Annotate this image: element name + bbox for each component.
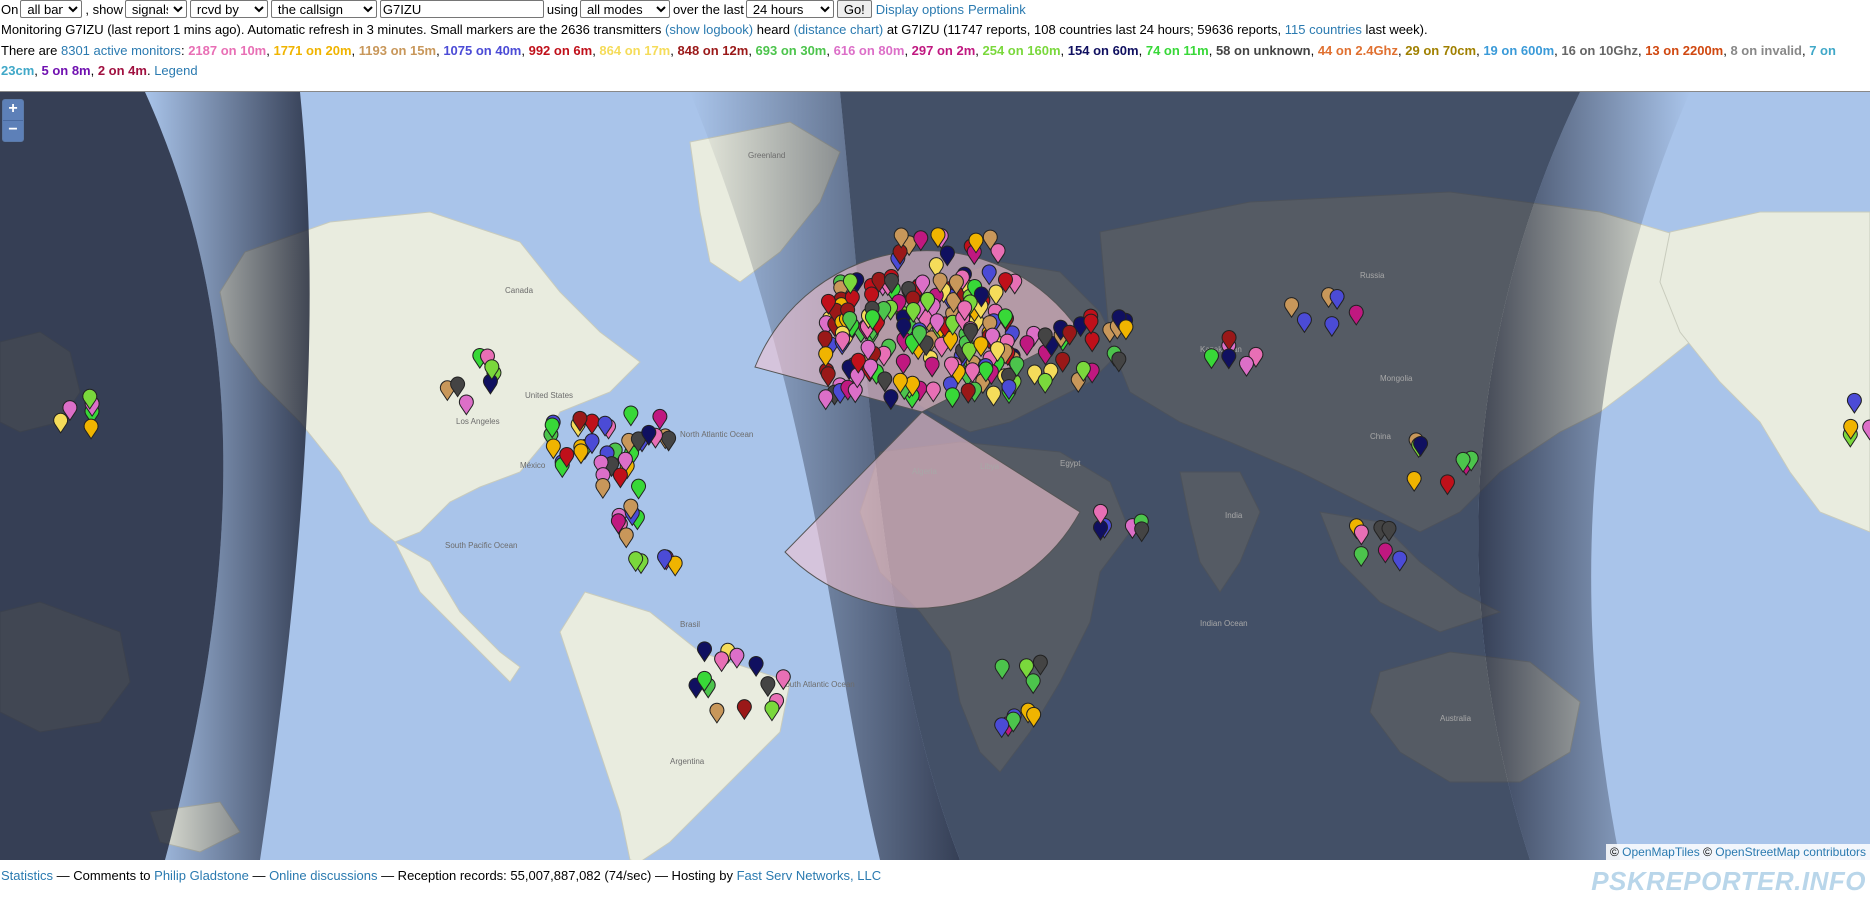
mode-select[interactable]: all modes xyxy=(580,0,670,18)
reporter-marker[interactable] xyxy=(595,477,611,499)
band-count: 2187 on 10m xyxy=(188,43,267,58)
band-count: 992 on 6m xyxy=(528,43,593,58)
label-russia: Russia xyxy=(1360,271,1385,280)
go-button[interactable]: Go! xyxy=(836,0,872,18)
band-count: 1193 on 15m xyxy=(358,43,437,58)
label-brasil: Brasil xyxy=(680,620,700,629)
zoom-control: + − xyxy=(2,99,24,142)
label-argentina: Argentina xyxy=(670,757,705,766)
reporter-marker[interactable] xyxy=(631,478,647,500)
openmaptiles-link[interactable]: OpenMapTiles xyxy=(1622,845,1700,859)
label-india: India xyxy=(1225,511,1243,520)
label-mongolia: Mongolia xyxy=(1380,374,1413,383)
band-count: 1075 on 40m xyxy=(443,43,522,58)
band-count-list: 2187 on 10m, 1771 on 20m, 1193 on 15m, 1… xyxy=(1,43,1836,78)
distance-chart-link[interactable]: (distance chart) xyxy=(794,22,884,37)
legend-link[interactable]: Legend xyxy=(154,63,197,78)
period-select[interactable]: 24 hours xyxy=(745,0,834,18)
openstreetmap-link[interactable]: OpenStreetMap contributors xyxy=(1715,845,1866,859)
reporter-marker[interactable] xyxy=(612,467,628,489)
band-count: 16 on 10Ghz xyxy=(1561,43,1638,58)
show-label: , show xyxy=(85,1,123,17)
band-count: 254 on 160m xyxy=(982,43,1061,58)
world-map[interactable]: + − Greenland Canada United States Los A… xyxy=(0,91,1870,860)
monitoring-status: Monitoring G7IZU (last report 1 mins ago… xyxy=(1,22,1428,37)
reporter-marker[interactable] xyxy=(652,408,668,430)
band-count: 616 on 80m xyxy=(833,43,905,58)
active-monitors-summary: There are 8301 active monitors: 2187 on … xyxy=(1,43,1836,78)
fast-serv-link[interactable]: Fast Serv Networks, LLC xyxy=(737,868,882,883)
show-select[interactable]: signals xyxy=(124,0,187,18)
direction-select[interactable]: rcvd by xyxy=(189,0,268,18)
label-egypt: Egypt xyxy=(1060,459,1081,468)
band-count: 154 on 60m xyxy=(1067,43,1139,58)
band-count: 29 on 70cm xyxy=(1405,43,1477,58)
reporter-marker[interactable] xyxy=(623,405,639,427)
site-logo: PSKREPORTER.INFO xyxy=(1591,866,1866,896)
philip-gladstone-link[interactable]: Philip Gladstone xyxy=(154,868,249,883)
band-count: 74 on 11m xyxy=(1145,43,1209,58)
band-select[interactable]: all bands xyxy=(20,0,83,18)
label-mexico: México xyxy=(520,461,546,470)
label-canada: Canada xyxy=(505,286,534,295)
band-count: 19 on 600m xyxy=(1483,43,1555,58)
south-america xyxy=(559,591,791,860)
band-count: 693 on 30m xyxy=(755,43,827,58)
over-label: over the last xyxy=(673,1,744,17)
reporter-marker[interactable] xyxy=(661,430,677,452)
band-count: 864 on 17m xyxy=(599,43,671,58)
active-monitors-link[interactable]: 8301 active monitors xyxy=(61,43,181,58)
label-algeria: Algeria xyxy=(912,467,937,476)
band-count: 13 on 2200m xyxy=(1645,43,1724,58)
band-count: 297 on 2m xyxy=(911,43,976,58)
label-australia: Australia xyxy=(1440,714,1472,723)
band-count: 5 on 8m xyxy=(41,63,91,78)
band-count: 58 on unknown xyxy=(1215,43,1311,58)
zoom-out-button[interactable]: − xyxy=(3,120,23,141)
label-libya: Libya xyxy=(980,462,1000,471)
map-canvas: Greenland Canada United States Los Angel… xyxy=(0,92,1870,860)
label-los-angeles: Los Angeles xyxy=(456,417,500,426)
online-discussions-link[interactable]: Online discussions xyxy=(269,868,377,883)
night-overlay xyxy=(0,92,1690,860)
label-united-states: United States xyxy=(525,391,573,400)
reporter-marker[interactable] xyxy=(573,443,589,465)
display-options-link[interactable]: Display options xyxy=(876,2,964,17)
central-america xyxy=(393,540,521,683)
target-select[interactable]: the callsign xyxy=(270,0,377,18)
label-china: China xyxy=(1370,432,1391,441)
band-count: 2 on 4m xyxy=(97,63,147,78)
band-count: 1771 on 20m xyxy=(273,43,352,58)
label-greenland: Greenland xyxy=(748,151,785,160)
label-north-atlantic: North Atlantic Ocean xyxy=(680,430,753,439)
reporter-marker[interactable] xyxy=(618,527,634,549)
show-logbook-link[interactable]: (show logbook) xyxy=(665,22,753,37)
label-south-pacific: South Pacific Ocean xyxy=(445,541,517,550)
label-south-atlantic: South Atlantic Ocean xyxy=(780,680,855,689)
band-count: 848 on 12m xyxy=(677,43,749,58)
callsign-input[interactable] xyxy=(379,0,544,18)
using-label: using xyxy=(546,1,578,17)
band-count: 44 on 2.4Ghz xyxy=(1317,43,1399,58)
zoom-in-button[interactable]: + xyxy=(3,100,23,120)
query-controls: On all bands , show signals rcvd by the … xyxy=(0,0,1026,18)
north-america-right xyxy=(1659,211,1870,533)
band-count: 8 on invalid xyxy=(1730,43,1802,58)
on-label: On xyxy=(1,1,19,17)
map-attribution: © OpenMapTiles © OpenStreetMap contribut… xyxy=(1605,844,1870,860)
statistics-link[interactable]: Statistics xyxy=(1,868,53,883)
countries-link[interactable]: 115 countries xyxy=(1285,22,1362,37)
label-indian-ocean: Indian Ocean xyxy=(1200,619,1248,628)
permalink-link[interactable]: Permalink xyxy=(968,2,1026,17)
footer: Statistics — Comments to Philip Gladston… xyxy=(1,868,882,883)
